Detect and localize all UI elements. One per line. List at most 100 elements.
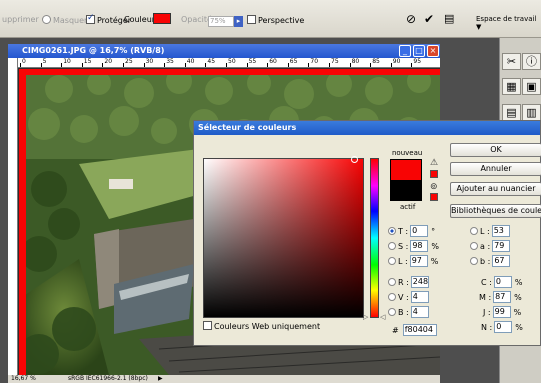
ruler-mark: 45 xyxy=(207,58,216,65)
radio-lab-l[interactable] xyxy=(470,227,478,235)
proteger-checkbox[interactable] xyxy=(86,13,95,24)
label-b: L : xyxy=(398,257,408,266)
supprimer-option[interactable]: upprimer xyxy=(2,15,39,24)
ruler-mark: 70 xyxy=(310,58,319,65)
ruler-tick xyxy=(370,63,372,67)
color-field-marker[interactable] xyxy=(351,156,358,163)
radio-g[interactable] xyxy=(388,293,396,301)
status-menu-arrow-icon[interactable]: ▶ xyxy=(158,375,163,383)
ruler-tick xyxy=(164,63,166,67)
input-c[interactable]: 0 xyxy=(493,276,512,288)
profile-readout: sRGB IEC61966-2.1 (8bpc) xyxy=(68,375,148,382)
label-c: C : xyxy=(481,278,492,287)
ruler-mark: 0 xyxy=(22,58,26,65)
ruler-mark: 80 xyxy=(351,58,360,65)
history-icon[interactable]: ▦ xyxy=(502,78,521,95)
label-g: V : xyxy=(398,293,409,302)
label-h: T : xyxy=(398,227,409,236)
input-k[interactable]: 0 xyxy=(494,321,513,333)
status-bar: 16,67 % sRGB IEC61966-2.1 (8bpc) ▶ xyxy=(8,375,440,383)
input-r[interactable]: 248 xyxy=(410,276,429,288)
hsb-row-h: T :0 ° xyxy=(388,225,435,238)
unit-b: % xyxy=(430,257,439,266)
ruler-tick xyxy=(184,63,186,67)
masquer-radio[interactable] xyxy=(42,15,51,24)
couleur-swatch-fill[interactable] xyxy=(153,13,171,24)
input-s[interactable]: 98 xyxy=(410,240,429,252)
ruler-tick xyxy=(81,63,83,67)
perspective-checkbox[interactable] xyxy=(247,15,256,24)
opacite-input[interactable]: 75% xyxy=(208,16,234,27)
zoom-readout[interactable]: 16,67 % xyxy=(11,375,36,383)
radio-s[interactable] xyxy=(388,242,396,250)
current-color-swatch[interactable] xyxy=(390,181,422,201)
opacite-control[interactable]: 75% ▸ xyxy=(208,14,243,27)
radio-bl[interactable] xyxy=(388,308,396,316)
web-swatch[interactable] xyxy=(430,193,438,201)
layers-icon[interactable]: ▤ xyxy=(502,104,521,121)
minimize-icon[interactable]: _ xyxy=(399,45,411,57)
ruler-mark: 50 xyxy=(228,58,236,65)
gamut-warning-icon[interactable]: ⚠ xyxy=(430,158,438,168)
web-colors-option[interactable]: Couleurs Web uniquement xyxy=(203,321,320,331)
input-b[interactable]: 97 xyxy=(409,255,428,267)
palette-icon[interactable]: ▤ xyxy=(444,12,454,25)
input-g[interactable]: 4 xyxy=(410,291,429,303)
cancel-button[interactable]: Annuler xyxy=(450,162,541,176)
perspective-option[interactable]: Perspective xyxy=(247,15,304,25)
actions-icon[interactable]: ▣ xyxy=(522,78,541,95)
color-libraries-button[interactable]: Bibliothèques de couleurs xyxy=(450,204,541,218)
maximize-icon[interactable]: □ xyxy=(413,45,425,57)
radio-h[interactable] xyxy=(388,227,396,235)
input-lab-a[interactable]: 79 xyxy=(492,240,511,252)
couleur-swatch[interactable] xyxy=(153,13,171,24)
hue-slider-right-arrow-icon[interactable]: ◁ xyxy=(380,313,385,321)
radio-r[interactable] xyxy=(388,278,396,286)
label-y: J : xyxy=(483,308,491,317)
ruler-tick xyxy=(61,63,63,67)
input-bl[interactable]: 4 xyxy=(410,306,429,318)
cmyk-row-m: M :87% xyxy=(479,291,522,304)
channels-icon[interactable]: ▥ xyxy=(522,104,541,121)
gamut-swatch[interactable] xyxy=(430,170,438,178)
options-bar: upprimer Masquer Protéger Couleur : Opac… xyxy=(0,0,541,38)
input-h[interactable]: 0 xyxy=(410,225,429,237)
hue-slider-left-arrow-icon[interactable]: ▷ xyxy=(363,313,368,321)
label-bl: B : xyxy=(398,308,409,317)
unit-c: % xyxy=(514,278,523,287)
hue-slider[interactable] xyxy=(370,158,379,318)
radio-b[interactable] xyxy=(388,257,396,265)
web-colors-checkbox[interactable] xyxy=(203,321,212,330)
close-icon[interactable]: × xyxy=(427,45,439,57)
ruler-mark: 90 xyxy=(392,58,401,65)
cancel-icon[interactable]: ⊘ xyxy=(406,12,416,26)
label-k: N : xyxy=(481,323,493,332)
input-m[interactable]: 87 xyxy=(493,291,512,303)
vertical-ruler xyxy=(8,58,18,376)
ruler-mark: 25 xyxy=(125,58,133,65)
radio-lab-b[interactable] xyxy=(470,257,478,265)
add-to-swatches-button[interactable]: Ajouter au nuancier xyxy=(450,182,541,196)
info-icon[interactable]: ⓘ xyxy=(522,53,541,70)
input-lab-l[interactable]: 53 xyxy=(491,225,510,237)
ok-button[interactable]: OK xyxy=(450,143,541,157)
document-titlebar[interactable]: CIMG0261.JPG @ 16,7% (RVB/8) xyxy=(8,44,440,58)
masquer-option[interactable]: Masquer xyxy=(42,15,87,25)
lab-row-b: b :67 xyxy=(470,255,511,268)
input-y[interactable]: 99 xyxy=(492,306,511,318)
input-lab-b[interactable]: 67 xyxy=(492,255,511,267)
hex-row: # f80404 xyxy=(392,324,437,337)
ruler-mark: 10 xyxy=(63,58,71,65)
web-warning-icon[interactable]: ⊚ xyxy=(430,182,438,192)
saturation-brightness-field[interactable] xyxy=(203,158,364,318)
dialog-title[interactable]: Sélecteur de couleurs xyxy=(194,121,540,135)
checkmark-icon[interactable]: ✔ xyxy=(424,12,434,26)
ruler-mark: 60 xyxy=(269,58,277,65)
ruler-mark: 40 xyxy=(186,58,195,65)
tools-icon[interactable]: ✂ xyxy=(502,53,521,70)
workspace-menu[interactable]: Espace de travail ▼ xyxy=(476,15,541,31)
ruler-tick xyxy=(246,63,248,67)
hex-input[interactable]: f80404 xyxy=(402,324,437,336)
opacite-arrow-icon[interactable]: ▸ xyxy=(234,16,243,27)
radio-lab-a[interactable] xyxy=(470,242,478,250)
